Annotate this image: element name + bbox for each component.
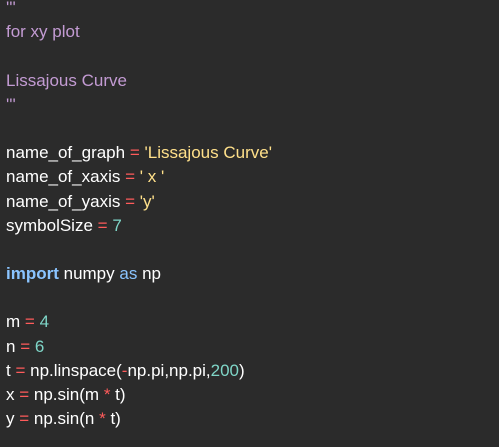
code-token: ) [239, 360, 245, 380]
code-token: x [6, 385, 20, 404]
keyword-token: import [6, 264, 59, 284]
code-token: np [137, 264, 161, 284]
keyword-token: as [119, 264, 138, 284]
operator-token: * [99, 409, 106, 429]
string-token: ' x ' [139, 167, 165, 187]
number-token: 7 [112, 215, 122, 235]
string-token: 'y' [139, 191, 155, 211]
docstring-token: ''' [6, 0, 16, 17]
docstring-token: ''' [6, 94, 16, 114]
code-token: t) [110, 385, 126, 404]
code-token: np.sin(n [29, 409, 100, 429]
code-token: name_of_graph [6, 143, 130, 163]
code-line[interactable]: Lissajous Curve [6, 69, 499, 93]
operator-token: = [24, 312, 35, 332]
code-token: m [6, 312, 25, 332]
operator-token: = [97, 215, 108, 235]
code-token: y [6, 409, 20, 429]
code-line[interactable]: name_of_yaxis = 'y' [6, 190, 499, 214]
code-line[interactable]: name_of_graph = 'Lissajous Curve' [6, 141, 499, 165]
code-line[interactable]: ​ [6, 286, 499, 310]
code-line[interactable]: import numpy as np [6, 262, 499, 286]
code-line[interactable]: ​ [6, 238, 499, 262]
operator-token: = [125, 167, 136, 187]
code-editor[interactable]: '''for xy plot​Lissajous Curve'''​name_o… [0, 0, 499, 447]
code-line[interactable]: y = np.sin(n * t) [6, 407, 499, 431]
operator-token: = [15, 360, 26, 380]
code-line[interactable]: t = np.linspace(-np.pi,np.pi,200) [6, 359, 499, 383]
operator-token: = [129, 143, 140, 163]
operator-token: = [19, 409, 30, 429]
code-token: n [6, 336, 21, 356]
operator-token: = [20, 336, 31, 356]
number-token: 6 [34, 336, 45, 356]
code-token: t) [105, 409, 121, 429]
number-token: 4 [39, 312, 50, 332]
code-line[interactable]: ​ [6, 117, 499, 141]
code-token: name_of_xaxis [6, 167, 126, 187]
number-token: 200 [210, 360, 240, 380]
code-line[interactable]: name_of_xaxis = ' x ' [6, 165, 499, 189]
code-line[interactable]: ''' [6, 93, 499, 117]
code-token: symbolSize [6, 215, 98, 235]
code-token: np.linspace( [25, 360, 122, 380]
code-line[interactable]: n = 6 [6, 335, 499, 359]
string-token: 'Lissajous Curve' [144, 143, 272, 163]
code-line[interactable]: x = np.sin(m * t) [6, 383, 499, 407]
code-line[interactable]: for xy plot [6, 20, 499, 44]
code-line[interactable]: m = 4 [6, 310, 499, 334]
code-line[interactable]: symbolSize = 7 [6, 214, 499, 238]
code-line[interactable]: ​ [6, 44, 499, 68]
code-line[interactable]: ''' [6, 0, 499, 20]
operator-token: = [125, 191, 136, 211]
docstring-token: Lissajous Curve [6, 70, 127, 90]
code-token: numpy [58, 264, 120, 284]
code-token: name_of_yaxis [6, 191, 126, 211]
code-token: np.pi,np.pi, [127, 360, 211, 380]
code-token: np.sin(m [29, 385, 104, 404]
operator-token: = [19, 385, 30, 404]
docstring-token: for xy plot [6, 22, 80, 42]
